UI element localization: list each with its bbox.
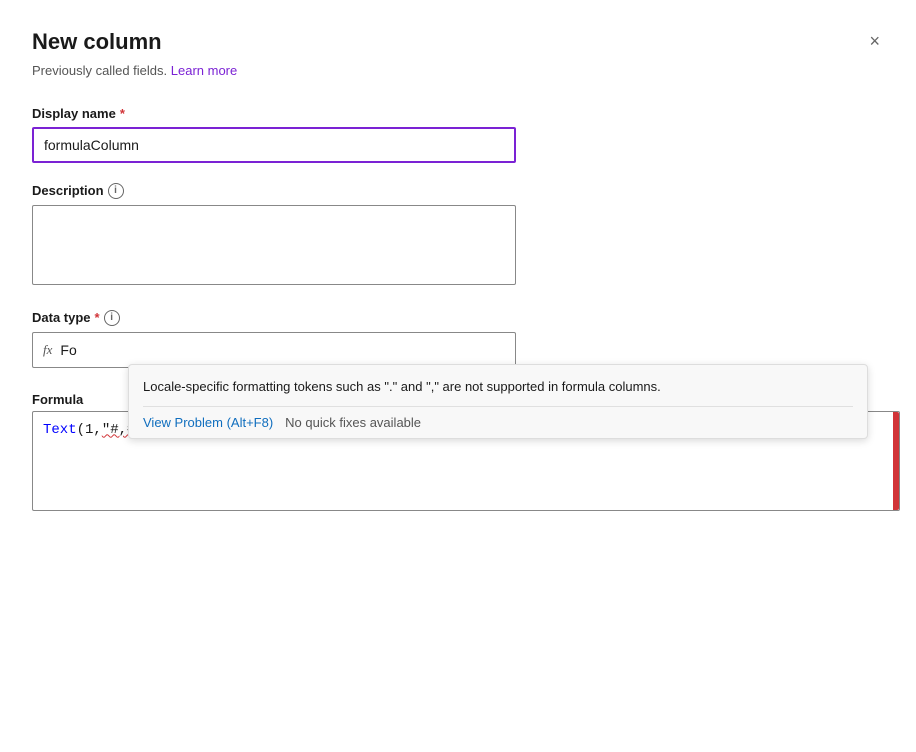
formula-text-open: (1, <box>77 422 102 438</box>
display-name-input[interactable] <box>32 127 516 163</box>
dialog-header: New column × <box>32 28 884 57</box>
display-name-input-wrapper <box>32 127 884 163</box>
description-label: Description i <box>32 183 884 199</box>
tooltip-footer: View Problem (Alt+F8) No quick fixes ava… <box>143 406 853 438</box>
description-field-group: Description i <box>32 183 884 290</box>
data-type-selector[interactable]: fx Fo <box>32 332 516 368</box>
fx-icon: fx <box>43 342 52 358</box>
description-input[interactable] <box>32 205 516 285</box>
subtitle-text: Previously called fields. <box>32 63 167 78</box>
new-column-dialog: New column × Previously called fields. L… <box>0 0 916 752</box>
display-name-required-star: * <box>120 106 125 121</box>
no-fixes-text: No quick fixes available <box>285 415 421 430</box>
data-type-info-icon[interactable]: i <box>104 310 120 326</box>
dialog-subtitle: Previously called fields. Learn more <box>32 63 884 78</box>
formula-error-indicator <box>893 412 899 510</box>
close-button[interactable]: × <box>865 28 884 54</box>
data-type-field-group: Data type * i fx Fo Locale-specific form… <box>32 310 884 368</box>
data-type-label: Data type * i <box>32 310 884 326</box>
view-problem-link[interactable]: View Problem (Alt+F8) <box>143 415 273 430</box>
display-name-label: Display name * <box>32 106 884 121</box>
data-type-required-star: * <box>95 310 100 325</box>
data-type-value: Fo <box>60 342 76 358</box>
data-type-and-formula-container: fx Fo Locale-specific formatting tokens … <box>32 332 884 368</box>
tooltip-popup: Locale-specific formatting tokens such a… <box>128 364 868 440</box>
learn-more-link[interactable]: Learn more <box>171 63 237 78</box>
description-info-icon[interactable]: i <box>108 183 124 199</box>
tooltip-message: Locale-specific formatting tokens such a… <box>143 377 853 397</box>
display-name-field-group: Display name * <box>32 106 884 163</box>
formula-text-keyword: Text <box>43 422 77 438</box>
dialog-title: New column <box>32 28 162 57</box>
